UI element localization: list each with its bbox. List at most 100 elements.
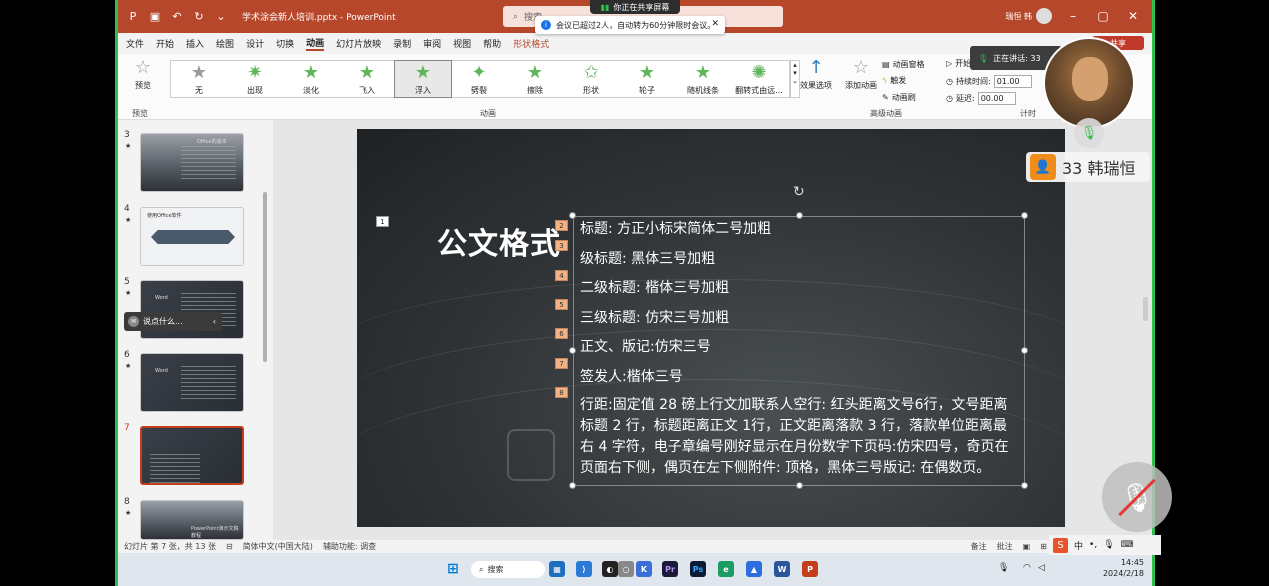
start-control[interactable]: ▷ 开始: [946, 58, 971, 69]
sorter-view-icon[interactable]: ⊞: [1040, 542, 1047, 551]
slide-text-line[interactable]: 签发人:楷体三号: [580, 366, 683, 389]
premiere-icon[interactable]: Pr: [662, 561, 678, 577]
animation-fly-in[interactable]: ★ 飞入: [339, 61, 395, 97]
wifi-icon[interactable]: ◠: [1023, 563, 1031, 573]
slide-text-line[interactable]: 正文、版记:仿宋三号: [580, 336, 711, 359]
language-indicator[interactable]: 简体中文(中国大陆): [243, 541, 313, 552]
app-icon-2[interactable]: ○: [618, 561, 634, 577]
animation-tag[interactable]: 8: [555, 387, 568, 398]
slide-thumbnail-7[interactable]: [140, 426, 244, 485]
chevron-left-icon[interactable]: ‹: [213, 317, 216, 326]
user-name[interactable]: 瑞恒 韩: [1005, 11, 1032, 22]
mic-tray-icon[interactable]: 🎙: [998, 563, 1009, 573]
animation-pane-button[interactable]: ▤ 动画窗格: [882, 59, 925, 70]
taskbar-search[interactable]: ⌕ 搜索: [471, 561, 545, 578]
slide-thumbnail-6[interactable]: Word: [140, 353, 244, 412]
ime-mode[interactable]: 中: [1074, 539, 1083, 552]
slide-text-line[interactable]: 级标题: 黑体三号加粗: [580, 248, 715, 271]
tab-view[interactable]: 视图: [453, 37, 471, 50]
slide-paragraph[interactable]: 行距:固定值 28 磅上行文加联系人空行: 红头距离文号6行，文号距离标题 2 …: [580, 395, 1020, 479]
volume-icon[interactable]: ◁: [1038, 563, 1045, 573]
voice-input-icon[interactable]: 🎙: [1103, 540, 1114, 550]
word-icon[interactable]: W: [774, 561, 790, 577]
animation-tag[interactable]: 7: [555, 358, 568, 369]
undo-icon[interactable]: ↶: [170, 10, 184, 24]
tab-help[interactable]: 帮助: [483, 37, 501, 50]
windows-start-icon[interactable]: ⊞: [445, 561, 461, 577]
resize-handle[interactable]: [796, 212, 803, 219]
redo-icon[interactable]: ↻: [192, 10, 206, 24]
animation-tag[interactable]: 2: [555, 220, 568, 231]
animation-tag[interactable]: 5: [555, 299, 568, 310]
animation-split[interactable]: ✦ 劈裂: [451, 61, 507, 97]
slide-text-line[interactable]: 三级标题: 仿宋三号加粗: [580, 307, 729, 330]
delay-input[interactable]: 00.00: [977, 92, 1016, 105]
resize-handle[interactable]: [569, 212, 576, 219]
resize-handle[interactable]: [796, 482, 803, 489]
animation-grow-turn[interactable]: ✺ 翻转式由远...: [731, 61, 787, 97]
animation-none[interactable]: ★ 无: [171, 61, 227, 97]
add-animation-button[interactable]: ☆ 添加动画: [844, 58, 878, 91]
resize-handle[interactable]: [1021, 347, 1028, 354]
maximize-icon[interactable]: ▢: [1094, 9, 1112, 23]
animation-tag[interactable]: 6: [555, 328, 568, 339]
tab-draw[interactable]: 绘图: [216, 37, 234, 50]
mute-button[interactable]: 🎙: [1102, 462, 1172, 532]
resize-handle[interactable]: [569, 482, 576, 489]
animation-fade[interactable]: ★ 淡化: [283, 61, 339, 97]
punctuation-icon[interactable]: •,: [1089, 540, 1097, 550]
resize-handle[interactable]: [1021, 212, 1028, 219]
close-icon[interactable]: ✕: [1124, 9, 1142, 23]
tab-shape-format[interactable]: 形状格式: [513, 37, 549, 50]
trigger-button[interactable]: ϟ 触发: [882, 75, 906, 86]
mic-icon[interactable]: 🎙: [1074, 118, 1104, 148]
scrollbar-thumb[interactable]: [263, 192, 267, 362]
animation-appear[interactable]: ✷ 出现: [227, 61, 283, 97]
slide-thumbnail-3[interactable]: Office的版本: [140, 133, 244, 192]
system-clock[interactable]: 14:45 2024/2/18: [1103, 557, 1144, 579]
normal-view-icon[interactable]: ▣: [1023, 542, 1031, 551]
tab-file[interactable]: 文件: [126, 37, 144, 50]
animation-wipe[interactable]: ★ 擦除: [507, 61, 563, 97]
preview-button[interactable]: ☆ 预览: [128, 58, 158, 91]
sogou-icon[interactable]: S: [1053, 537, 1068, 553]
slide-canvas[interactable]: 1 公文格式 ↻ 2 标题: 方正小标宋简体二号加粗 3 级标题: 黑体三号加粗…: [357, 129, 1065, 527]
editor-scrollbar[interactable]: [1143, 297, 1148, 321]
tab-record[interactable]: 录制: [393, 37, 411, 50]
spellcheck-icon[interactable]: ⊟: [226, 542, 233, 551]
tab-review[interactable]: 审阅: [423, 37, 441, 50]
app-icon[interactable]: ◐: [602, 561, 618, 577]
animation-tag[interactable]: 4: [555, 270, 568, 281]
meeting-app-icon[interactable]: K: [636, 561, 652, 577]
animation-painter-button[interactable]: ✎ 动画刷: [882, 92, 916, 103]
customize-icon[interactable]: ⌄: [214, 10, 228, 24]
thumbnail-scrollbar[interactable]: [262, 126, 268, 536]
slide-thumbnail-4[interactable]: 使用Office软件: [140, 207, 244, 266]
resize-handle[interactable]: [1021, 482, 1028, 489]
animation-tag[interactable]: 1: [376, 216, 389, 227]
tab-slideshow[interactable]: 幻灯片放映: [336, 37, 381, 50]
rotate-icon[interactable]: ↻: [793, 184, 805, 200]
animation-random-bars[interactable]: ★ 随机线条: [675, 61, 731, 97]
effect-options-button[interactable]: ↑ 效果选项: [796, 58, 836, 91]
animation-float-in[interactable]: ★ 浮入: [394, 60, 452, 98]
tab-animations[interactable]: 动画: [306, 36, 325, 51]
animation-tag[interactable]: 3: [555, 240, 568, 251]
avatar[interactable]: [1036, 8, 1052, 24]
keyboard-icon[interactable]: ⌨: [1121, 540, 1134, 550]
animation-shape[interactable]: ✩ 形状: [563, 61, 619, 97]
minimize-icon[interactable]: –: [1064, 9, 1082, 23]
tab-transitions[interactable]: 切换: [276, 37, 294, 50]
resize-handle[interactable]: [569, 347, 576, 354]
slide-text-line[interactable]: 二级标题: 楷体三号加粗: [580, 277, 729, 300]
tab-insert[interactable]: 插入: [186, 37, 204, 50]
screen-share-banner[interactable]: ▮▮ 你正在共享屏幕: [590, 0, 680, 14]
animation-wheel[interactable]: ★ 轮子: [619, 61, 675, 97]
duration-input[interactable]: 01.00: [993, 75, 1032, 88]
slide-title[interactable]: 公文格式: [437, 219, 561, 263]
tab-design[interactable]: 设计: [246, 37, 264, 50]
powerpoint-icon[interactable]: P: [802, 561, 818, 577]
edge-icon[interactable]: e: [718, 561, 734, 577]
store-icon[interactable]: ▦: [549, 561, 565, 577]
vscode-icon[interactable]: ⟩: [576, 561, 592, 577]
